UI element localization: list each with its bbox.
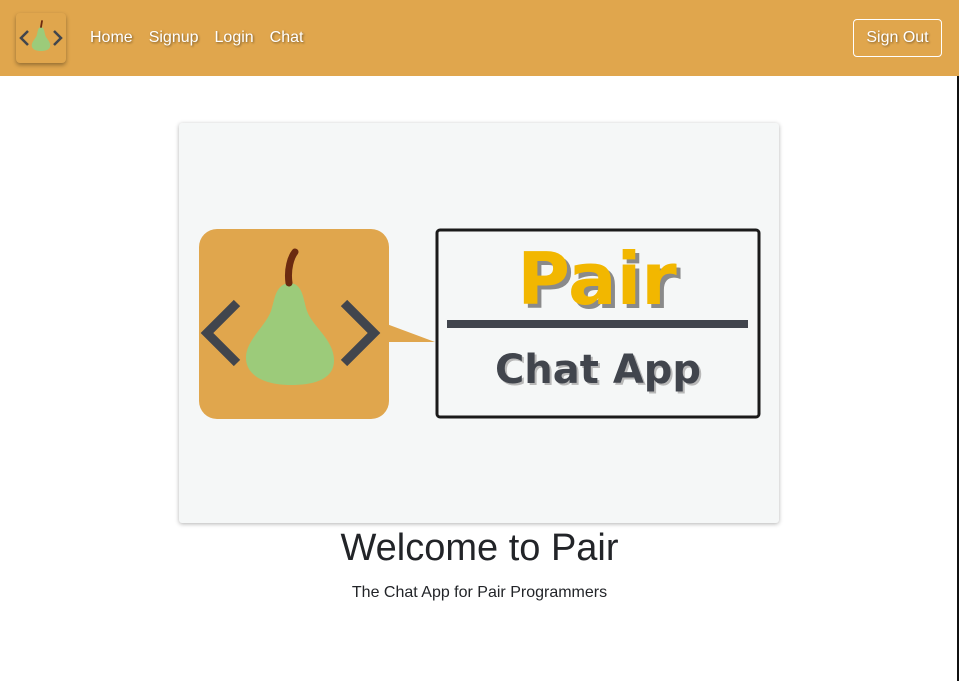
nav-link-signup[interactable]: Signup bbox=[149, 29, 199, 47]
pear-code-icon bbox=[19, 20, 63, 51]
pair-chat-app-logo: Pair Pair Chat App Chat App bbox=[199, 228, 761, 419]
sign-out-button[interactable]: Sign Out bbox=[853, 19, 942, 57]
nav-links: Home Signup Login Chat bbox=[90, 29, 303, 47]
logo-caption: Chat App bbox=[495, 347, 701, 393]
page-subtitle: The Chat App for Pair Programmers bbox=[351, 584, 608, 601]
logo-word: Pair bbox=[517, 237, 677, 321]
navbar: Home Signup Login Chat Sign Out bbox=[0, 0, 959, 76]
nav-link-login[interactable]: Login bbox=[215, 29, 254, 47]
page-title: Welcome to Pair bbox=[340, 527, 619, 569]
hero-image: Pair Pair Chat App Chat App bbox=[179, 123, 779, 523]
nav-link-home[interactable]: Home bbox=[90, 29, 133, 47]
nav-link-chat[interactable]: Chat bbox=[270, 29, 304, 47]
brand-logo[interactable] bbox=[16, 13, 66, 63]
